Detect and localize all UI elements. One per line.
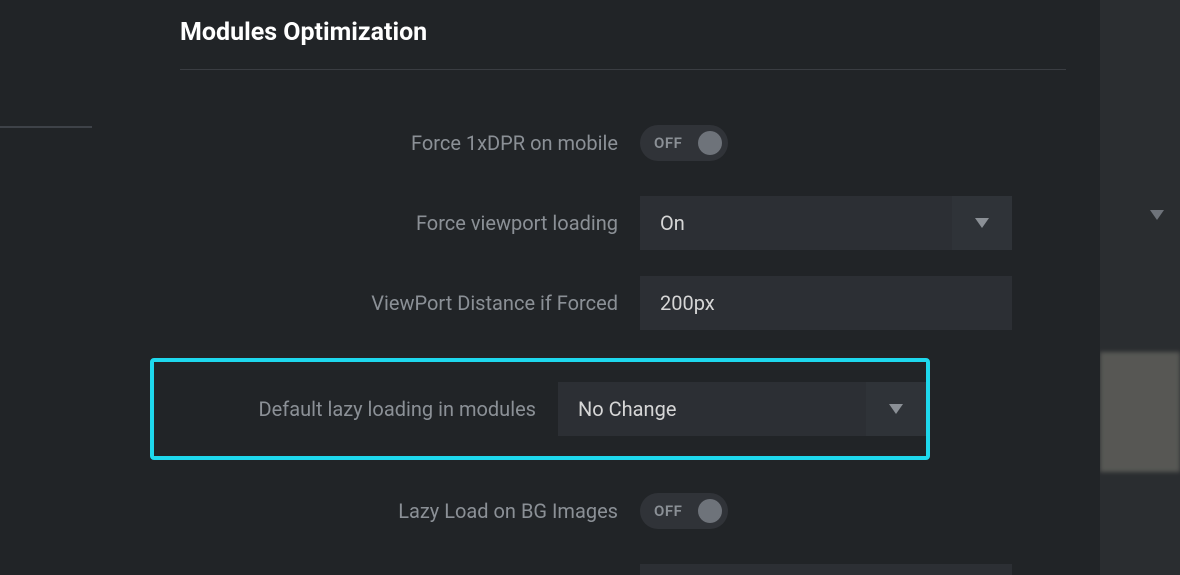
chevron-down-icon — [1150, 205, 1164, 224]
label-force-viewport: Force viewport loading — [180, 211, 640, 235]
section-title: Modules Optimization — [180, 0, 1060, 69]
row-default-lazy-highlighted: Default lazy loading in modules No Chang… — [150, 358, 930, 460]
toggle-knob-icon — [698, 499, 722, 523]
toggle-force-dpr-state: OFF — [654, 134, 682, 152]
toggle-lazy-bg-state: OFF — [654, 502, 682, 520]
fields-container: Force 1xDPR on mobile OFF Force viewport… — [180, 70, 1060, 575]
input-viewport-distance[interactable] — [640, 276, 1012, 330]
label-default-lazy: Default lazy loading in modules — [180, 397, 558, 421]
label-viewport-distance: ViewPort Distance if Forced — [180, 291, 640, 315]
select-default-lazy[interactable]: No Change — [558, 382, 926, 436]
chevron-down-icon — [866, 382, 926, 436]
select-default-lazy-value: No Change — [558, 382, 866, 436]
left-marker — [0, 126, 92, 128]
settings-panel: Modules Optimization Force 1xDPR on mobi… — [0, 0, 1100, 575]
select-force-viewport[interactable]: On — [640, 196, 1012, 250]
select-force-viewport-value: On — [640, 196, 952, 250]
label-force-dpr: Force 1xDPR on mobile — [180, 131, 640, 155]
row-force-dpr: Force 1xDPR on mobile OFF — [180, 118, 1060, 168]
row-viewport-distance: ViewPort Distance if Forced — [180, 278, 1060, 328]
toggle-knob-icon — [698, 131, 722, 155]
toggle-force-dpr[interactable]: OFF — [640, 125, 728, 161]
right-backdrop — [1100, 0, 1180, 575]
row-third-party: Third-party lazy loading data — [180, 566, 1060, 575]
row-lazy-bg: Lazy Load on BG Images OFF — [180, 486, 1060, 536]
label-lazy-bg: Lazy Load on BG Images — [180, 499, 640, 523]
toggle-lazy-bg[interactable]: OFF — [640, 493, 728, 529]
input-third-party[interactable] — [640, 564, 1012, 575]
chevron-down-icon — [952, 196, 1012, 250]
row-force-viewport: Force viewport loading On — [180, 198, 1060, 248]
